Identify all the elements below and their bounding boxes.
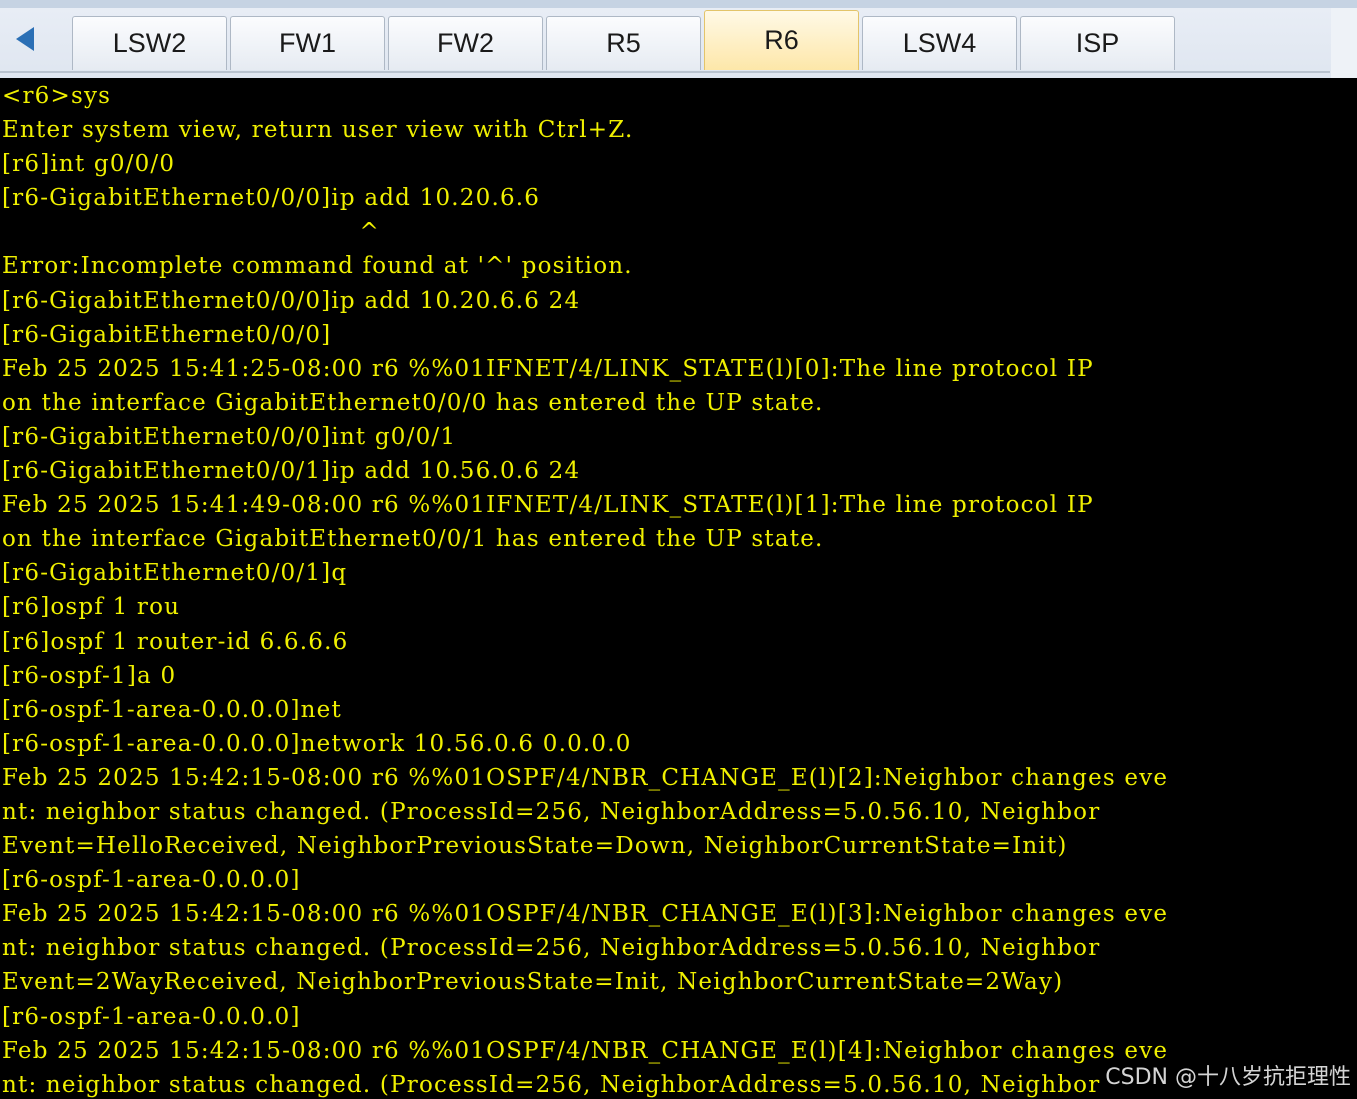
terminal-line: [r6-GigabitEthernet0/0/0]int g0/0/1 <box>2 423 457 450</box>
terminal-line: [r6-GigabitEthernet0/0/1]q <box>2 560 348 587</box>
tab-fw2[interactable]: FW2 <box>388 16 543 70</box>
terminal-line: Event=HelloReceived, NeighborPreviousSta… <box>2 833 1068 860</box>
terminal-line: Feb 25 2025 15:41:25-08:00 r6 %%01IFNET/… <box>2 355 1094 382</box>
tab-isp[interactable]: ISP <box>1020 16 1175 70</box>
terminal-line: [r6-ospf-1-area-0.0.0.0] <box>2 1003 301 1030</box>
terminal-line: [r6-GigabitEthernet0/0/1]ip add 10.56.0.… <box>2 458 581 485</box>
tab-bar-top-border <box>0 0 1357 8</box>
terminal-line: [r6-ospf-1-area-0.0.0.0]network 10.56.0.… <box>2 730 632 757</box>
terminal-line: on the interface GigabitEthernet0/0/0 ha… <box>2 389 824 416</box>
tab-r6[interactable]: R6 <box>704 10 859 70</box>
terminal-console[interactable]: <r6>sys Enter system view, return user v… <box>0 78 1357 1099</box>
tab-r5[interactable]: R5 <box>546 16 701 70</box>
tab-lsw2[interactable]: LSW2 <box>72 16 227 70</box>
terminal-line: [r6-GigabitEthernet0/0/0]ip add 10.20.6.… <box>2 287 581 314</box>
terminal-line: [r6-ospf-1-area-0.0.0.0]net <box>2 696 342 723</box>
device-tab-bar: LSW2 FW1 FW2 R5 R6 LSW4 ISP <box>0 0 1357 79</box>
scroll-left-arrow-icon[interactable] <box>16 27 34 51</box>
terminal-line: Error:Incomplete command found at '^' po… <box>2 253 633 280</box>
terminal-line: Feb 25 2025 15:41:49-08:00 r6 %%01IFNET/… <box>2 492 1094 519</box>
terminal-line: Feb 25 2025 15:42:15-08:00 r6 %%01OSPF/4… <box>2 901 1169 928</box>
terminal-line: ^ <box>2 219 380 246</box>
terminal-line: on the interface GigabitEthernet0/0/1 ha… <box>2 526 824 553</box>
terminal-line: [r6-ospf-1]a 0 <box>2 662 177 689</box>
tab-bar-right-edge <box>1331 8 1357 78</box>
csdn-watermark: CSDN @十八岁抗拒理性 <box>1105 1065 1351 1090</box>
terminal-line: [r6-GigabitEthernet0/0/0]ip add 10.20.6.… <box>2 185 541 212</box>
terminal-line: nt: neighbor status changed. (ProcessId=… <box>2 935 1101 962</box>
terminal-line: Event=2WayReceived, NeighborPreviousStat… <box>2 969 1064 996</box>
terminal-line: Feb 25 2025 15:42:15-08:00 r6 %%01OSPF/4… <box>2 1037 1169 1064</box>
terminal-line: <r6>sys <box>2 83 112 109</box>
terminal-output: <r6>sys Enter system view, return user v… <box>2 79 1168 1099</box>
tab-bar-divider <box>0 71 1330 73</box>
terminal-line: [r6]int g0/0/0 <box>2 151 176 178</box>
terminal-line: Enter system view, return user view with… <box>2 117 634 144</box>
tab-fw1[interactable]: FW1 <box>230 16 385 70</box>
terminal-line: nt: neighbor status changed. (ProcessId=… <box>2 798 1101 825</box>
terminal-line: Feb 25 2025 15:42:15-08:00 r6 %%01OSPF/4… <box>2 764 1169 791</box>
terminal-line: [r6]ospf 1 router-id 6.6.6.6 <box>2 628 349 655</box>
terminal-line: [r6]ospf 1 rou <box>2 594 181 621</box>
tab-lsw4[interactable]: LSW4 <box>862 16 1017 70</box>
terminal-line: nt: neighbor status changed. (ProcessId=… <box>2 1071 1101 1098</box>
device-tabs: LSW2 FW1 FW2 R5 R6 LSW4 ISP <box>72 10 1178 72</box>
terminal-line: [r6-GigabitEthernet0/0/0] <box>2 321 332 348</box>
terminal-line: [r6-ospf-1-area-0.0.0.0] <box>2 867 301 894</box>
